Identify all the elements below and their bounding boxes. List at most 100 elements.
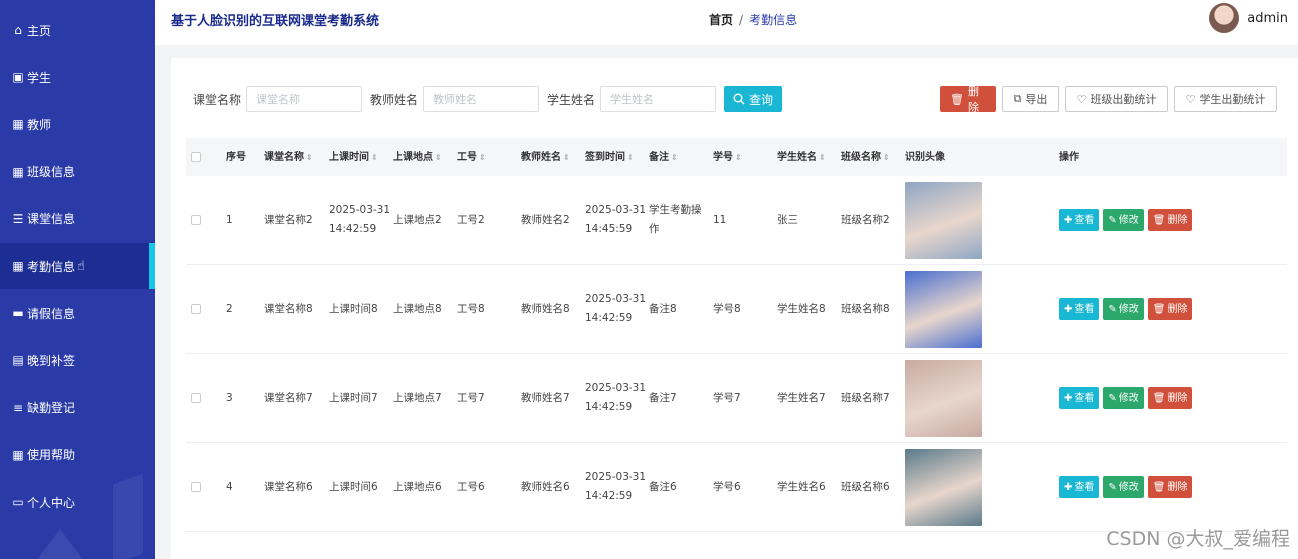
search-bar: 课堂名称 教师姓名 学生姓名 查询 (193, 86, 783, 112)
delete-label: 删除 (1167, 303, 1188, 315)
row-actions: ✚ 查看 ✎ 修改 🗑 删除 (1059, 476, 1199, 498)
sort-icon[interactable]: ⇕ (819, 153, 826, 162)
header-sign-time[interactable]: 签到时间 ⇕ (585, 148, 649, 167)
face-photo[interactable] (905, 359, 982, 437)
sort-icon[interactable]: ⇕ (435, 153, 442, 162)
row-checkbox[interactable] (191, 482, 201, 492)
sort-icon[interactable]: ⇕ (563, 153, 570, 162)
sort-icon[interactable]: ⇕ (479, 153, 486, 162)
sidebar-item-1[interactable]: ⌂ 主页 (0, 7, 155, 53)
sidebar-item-8[interactable]: ▤ 晚到补签 (0, 337, 155, 383)
sidebar-item-7[interactable]: ▬ 请假信息 (0, 290, 155, 336)
header-stu-no[interactable]: 学号 ⇕ (713, 148, 777, 167)
avatar[interactable] (1209, 3, 1240, 33)
breadcrumb-current: 考勤信息 (749, 13, 798, 27)
sidebar-item-9[interactable]: ≡ 缺勤登记 (0, 385, 155, 431)
content-card: 课堂名称 教师姓名 学生姓名 查询 🗑删除 ⧉导出 ♡班级出勤统计 ♡学生出勤统… (171, 58, 1298, 559)
cell-course: 课堂名称8 (264, 302, 313, 315)
row-delete-button[interactable]: 🗑 删除 (1147, 209, 1193, 231)
teacher-name-input[interactable] (423, 86, 540, 112)
view-button[interactable]: ✚ 查看 (1059, 298, 1100, 320)
edit-button[interactable]: ✎ 修改 (1103, 298, 1144, 320)
header-class[interactable]: 班级名称 ⇕ (841, 148, 905, 167)
cell-teacher: 教师姓名8 (521, 302, 570, 315)
cell-place: 上课地点7 (393, 391, 442, 404)
sidebar-item-5[interactable]: ☰ 课堂信息 (0, 196, 155, 242)
sidebar-item-2[interactable]: ▣ 学生 (0, 54, 155, 100)
delete-label: 删除 (1167, 481, 1188, 493)
query-button[interactable]: 查询 (724, 86, 783, 112)
sort-icon[interactable]: ⇕ (883, 153, 890, 162)
row-delete-button[interactable]: 🗑 删除 (1147, 476, 1193, 498)
select-all-checkbox[interactable] (191, 152, 201, 162)
face-photo[interactable] (905, 181, 982, 259)
view-button[interactable]: ✚ 查看 (1059, 476, 1100, 498)
row-delete-button[interactable]: 🗑 删除 (1147, 387, 1193, 409)
edit-button[interactable]: ✎ 修改 (1103, 387, 1144, 409)
cell-course: 课堂名称2 (264, 213, 313, 226)
apps-icon: ▦ (12, 259, 24, 273)
sort-icon[interactable]: ⇕ (627, 153, 634, 162)
attendance-table: 序号 课堂名称 ⇕ 上课时间 ⇕ 上课地点 ⇕ 工号 ⇕ 教师姓名 ⇕ 签到时间 ⇕ 备注 ⇕… (186, 138, 1287, 532)
sidebar-item-4[interactable]: ▦ 班级信息 (0, 149, 155, 195)
face-photo[interactable] (905, 270, 982, 348)
trash-icon: 🗑 (1152, 392, 1166, 404)
cell-stu-name: 张三 (777, 213, 798, 226)
header-place[interactable]: 上课地点 ⇕ (393, 148, 457, 167)
delete-button[interactable]: 🗑 删除 (940, 85, 996, 114)
apps-icon: ▦ (12, 164, 24, 179)
header-sign-time-label: 签到时间 (585, 151, 625, 163)
student-stats-button[interactable]: ♡ 学生出勤统计 (1174, 86, 1277, 112)
sort-icon[interactable]: ⇕ (671, 153, 678, 162)
view-button[interactable]: ✚ 查看 (1059, 209, 1100, 231)
student-name-input[interactable] (600, 86, 717, 112)
sidebar-decoration (30, 529, 90, 559)
delete-label: 删除 (967, 85, 979, 114)
cell-class: 班级名称6 (841, 480, 890, 493)
delete-label: 删除 (1167, 392, 1188, 404)
row-checkbox[interactable] (191, 393, 201, 403)
face-photo[interactable] (905, 448, 982, 526)
header-ops: 操作 (1059, 151, 1079, 163)
row-delete-button[interactable]: 🗑 删除 (1147, 298, 1193, 320)
course-name-input[interactable] (246, 86, 363, 112)
header-job-no[interactable]: 工号 ⇕ (457, 148, 521, 167)
table-header: 序号 课堂名称 ⇕ 上课时间 ⇕ 上课地点 ⇕ 工号 ⇕ 教师姓名 ⇕ 签到时间 ⇕ 备注 ⇕… (186, 138, 1287, 176)
sidebar-item-label: 使用帮助 (27, 448, 76, 463)
sort-icon[interactable]: ⇕ (735, 153, 742, 162)
header-course[interactable]: 课堂名称 ⇕ (264, 148, 329, 167)
class-stats-label: 班级出勤统计 (1090, 93, 1157, 106)
cell-sign-time: 2025-03-31 14:42:59 (585, 290, 649, 328)
sliders-icon: ☰ (12, 211, 24, 226)
cell-time-line1: 上课时间7 (329, 391, 378, 404)
row-checkbox[interactable] (191, 215, 201, 225)
cell-class: 班级名称2 (841, 213, 890, 226)
row-checkbox[interactable] (191, 304, 201, 314)
breadcrumb-home[interactable]: 首页 (709, 13, 733, 27)
sidebar-item-10[interactable]: ▦ 使用帮助 (0, 432, 155, 478)
edit-button[interactable]: ✎ 修改 (1103, 476, 1144, 498)
header-time[interactable]: 上课时间 ⇕ (329, 148, 393, 167)
sidebar-item-3[interactable]: ▦ 教师 (0, 101, 155, 147)
edit-icon: ✎ (1108, 303, 1117, 315)
sort-icon[interactable]: ⇕ (306, 153, 313, 162)
home-icon: ⌂ (14, 23, 22, 37)
username[interactable]: admin (1247, 11, 1288, 26)
class-stats-button[interactable]: ♡ 班级出勤统计 (1065, 86, 1168, 112)
sidebar-item-6[interactable]: ▦ 考勤信息 ☝ (0, 243, 155, 289)
header-job-no-label: 工号 (457, 151, 477, 163)
edit-button[interactable]: ✎ 修改 (1103, 209, 1144, 231)
export-button[interactable]: ⧉ 导出 (1002, 86, 1059, 112)
sort-icon[interactable]: ⇕ (371, 153, 378, 162)
header-note[interactable]: 备注 ⇕ (649, 148, 713, 167)
header-time-label: 上课时间 (329, 151, 369, 163)
user-menu[interactable]: admin (1209, 3, 1288, 33)
header-stu-name[interactable]: 学生姓名 ⇕ (777, 148, 841, 167)
view-button[interactable]: ✚ 查看 (1059, 387, 1100, 409)
export-label: 导出 (1025, 93, 1048, 106)
course-label: 课堂名称 (193, 92, 242, 107)
cell-job-no: 工号7 (457, 391, 485, 404)
header-teacher[interactable]: 教师姓名 ⇕ (521, 148, 585, 167)
view-label: 查看 (1074, 481, 1095, 493)
cell-sign-line2: 14:45:59 (585, 223, 633, 235)
